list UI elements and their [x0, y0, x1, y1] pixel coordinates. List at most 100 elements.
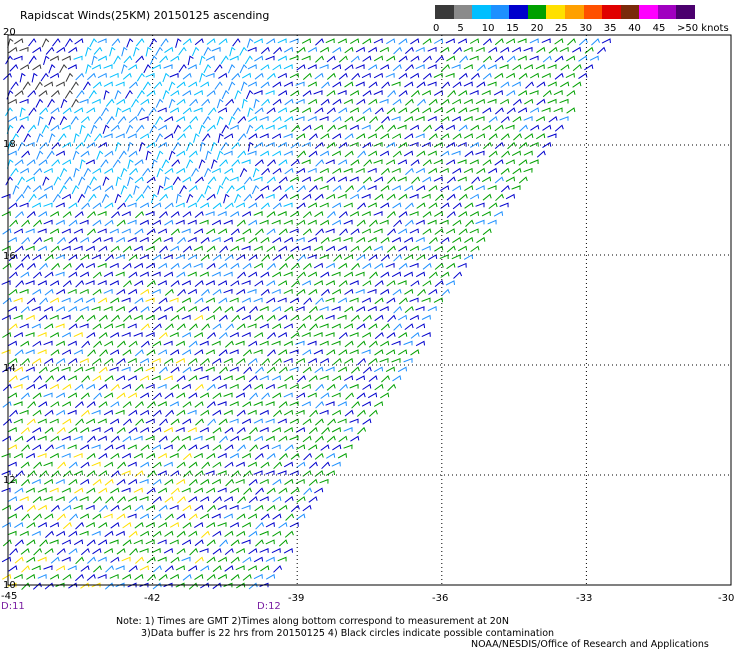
wind-barb [272, 496, 282, 503]
wind-barb [241, 210, 252, 217]
wind-barb [79, 219, 89, 225]
wind-barb [584, 64, 594, 71]
wind-barb [97, 38, 107, 44]
wind-barb [109, 280, 119, 286]
wind-barb [308, 185, 318, 193]
wind-barb [38, 89, 48, 97]
wind-barb [181, 556, 191, 562]
wind-barb [68, 254, 78, 261]
legend-swatch [509, 5, 529, 19]
wind-barb [121, 211, 131, 217]
wind-barb [475, 133, 486, 139]
legend-swatch [565, 5, 585, 19]
wind-barb [168, 150, 176, 161]
wind-barb [295, 116, 305, 121]
wind-barb [206, 383, 216, 391]
wind-barb [495, 193, 504, 202]
wind-barb [13, 228, 23, 234]
wind-barb [187, 271, 197, 277]
wind-barb [56, 409, 66, 416]
wind-barb [31, 202, 41, 208]
wind-barb [229, 349, 239, 355]
wind-barb [428, 98, 438, 106]
wind-barb [188, 392, 198, 399]
wind-barb [278, 539, 288, 547]
wind-barb [212, 375, 222, 382]
wind-barb [499, 64, 509, 69]
wind-barb [56, 530, 66, 537]
wind-barb [463, 81, 473, 87]
wind-barb [326, 193, 336, 200]
wind-barb [248, 202, 258, 209]
wind-barb [13, 297, 23, 303]
wind-barb [326, 89, 336, 97]
wind-barb [260, 202, 270, 210]
wind-barb [244, 55, 253, 65]
wind-barb [307, 357, 318, 364]
wind-barb [61, 332, 71, 338]
wind-barb [102, 176, 110, 186]
wind-barb [178, 64, 187, 73]
wind-barb [113, 55, 121, 65]
wind-barb [373, 228, 383, 234]
wind-barb [284, 254, 294, 262]
wind-barb [199, 141, 206, 152]
wind-barb [320, 219, 330, 226]
wind-barb [217, 573, 227, 580]
wind-barb [92, 288, 102, 296]
wind-barb [254, 55, 264, 62]
wind-barb [229, 297, 239, 303]
wind-barb [43, 167, 53, 174]
wind-barb [223, 219, 233, 225]
wind-barb [136, 89, 145, 99]
wind-barb [8, 565, 18, 572]
wind-barb [7, 150, 17, 156]
time-label-d12: D:12 [257, 601, 281, 612]
wind-barb [212, 409, 222, 416]
wind-barb [62, 573, 72, 581]
wind-barb [85, 522, 95, 528]
wind-barb [253, 262, 263, 269]
wind-barb [99, 349, 109, 357]
wind-barb [452, 219, 462, 227]
wind-barb [92, 513, 102, 520]
wind-barb [283, 323, 293, 329]
wind-barb [92, 323, 102, 330]
wind-barb [188, 496, 198, 503]
wind-barb [241, 504, 251, 510]
wind-barb [14, 349, 24, 357]
wind-barb [218, 297, 228, 304]
wind-barb [232, 38, 241, 47]
wind-barb [536, 98, 546, 106]
wind-barb [45, 530, 54, 538]
wind-barb [319, 306, 329, 311]
wind-barb [308, 426, 318, 435]
wind-barb [200, 202, 210, 209]
wind-barb [26, 504, 36, 512]
wind-barb [398, 228, 408, 235]
wind-barb [331, 150, 341, 157]
wind-barb [344, 64, 354, 71]
wind-barb [337, 401, 347, 407]
wind-barb [164, 530, 174, 537]
wind-barb [337, 418, 347, 424]
wind-barb [314, 470, 324, 477]
wind-barb [85, 262, 95, 269]
wind-barb [127, 133, 137, 139]
wind-barb [44, 513, 54, 520]
wind-barb [157, 280, 167, 286]
wind-barb [404, 202, 414, 210]
wind-barb [211, 219, 221, 226]
wind-barb [259, 478, 269, 485]
wind-barb [55, 271, 65, 277]
wind-barb [200, 305, 210, 313]
wind-barb [469, 228, 479, 234]
wind-barb [89, 38, 97, 48]
wind-barb [183, 470, 192, 478]
wind-barb [368, 98, 378, 105]
wind-barb [13, 332, 23, 338]
wind-barb [285, 513, 295, 521]
wind-barb [198, 159, 206, 169]
wind-barb [409, 211, 419, 216]
wind-barb [518, 89, 528, 97]
